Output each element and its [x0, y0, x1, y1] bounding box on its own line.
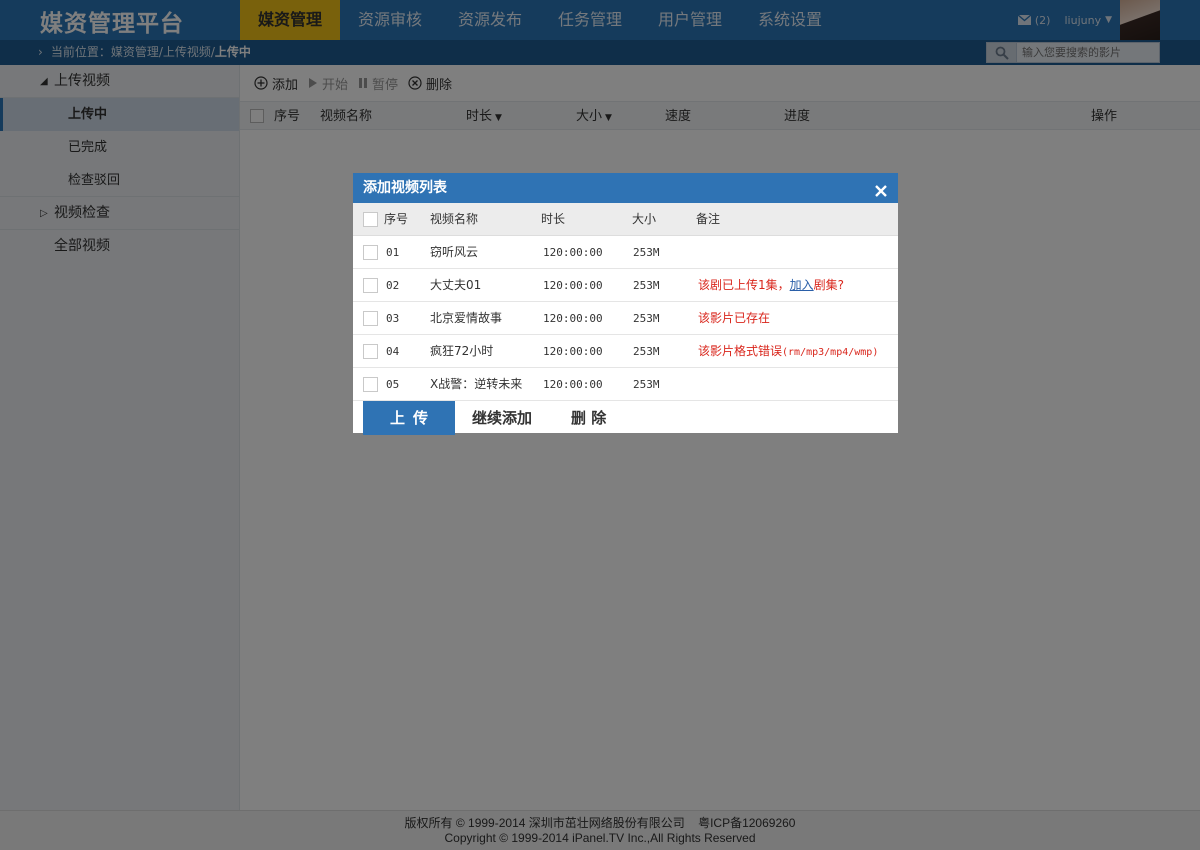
row-duration: 120:00:00: [543, 246, 603, 259]
row-checkbox[interactable]: [363, 377, 378, 392]
row-size: 253M: [633, 312, 660, 325]
row-checkbox[interactable]: [363, 245, 378, 260]
row-index: 01: [386, 246, 400, 259]
select-all-checkbox[interactable]: [363, 212, 378, 227]
continue-add-button[interactable]: 继续添加: [472, 401, 532, 435]
add-video-dialog: 添加视频列表 序号 视频名称 时长 大小 备注 01 窃听风云 120:00:0…: [353, 173, 898, 435]
row-index: 03: [386, 312, 400, 325]
row-name: X战警：逆转未来: [430, 377, 523, 391]
col-index: 序号: [384, 212, 409, 226]
col-note: 备注: [696, 212, 721, 226]
col-name: 视频名称: [430, 212, 479, 226]
table-row[interactable]: 05 X战警：逆转未来 120:00:00 253M: [353, 368, 898, 401]
row-duration: 120:00:00: [543, 345, 603, 358]
row-index: 02: [386, 279, 400, 292]
col-duration: 时长: [541, 212, 566, 226]
table-row[interactable]: 04 疯狂72小时 120:00:00 253M 该影片格式错误(rm/mp3/…: [353, 335, 898, 368]
row-index: 04: [386, 345, 400, 358]
row-checkbox[interactable]: [363, 344, 378, 359]
row-size: 253M: [633, 345, 660, 358]
row-index: 05: [386, 378, 400, 391]
row-duration: 120:00:00: [543, 378, 603, 391]
row-note: 该影片格式错误(rm/mp3/mp4/wmp): [698, 335, 878, 368]
row-note: 该影片已存在: [698, 311, 771, 325]
dialog-title: 添加视频列表: [363, 180, 447, 196]
join-series-link[interactable]: 加入: [790, 278, 814, 292]
row-name: 大丈夫01: [430, 278, 482, 292]
row-checkbox[interactable]: [363, 311, 378, 326]
row-note-formats: (rm/mp3/mp4/wmp): [782, 347, 879, 358]
row-size: 253M: [633, 246, 660, 259]
upload-button[interactable]: 上传: [363, 401, 455, 435]
col-size: 大小: [632, 212, 657, 226]
row-duration: 120:00:00: [543, 279, 603, 292]
table-row[interactable]: 03 北京爱情故事 120:00:00 253M 该影片已存在: [353, 302, 898, 335]
row-checkbox[interactable]: [363, 278, 378, 293]
row-name: 窃听风云: [430, 245, 479, 259]
dialog-header: 添加视频列表: [353, 173, 898, 203]
delete-button[interactable]: 删 除: [571, 401, 606, 435]
row-note-text: 该剧已上传1集，: [698, 278, 790, 292]
row-note: 该剧已上传1集，加入剧集?: [698, 269, 844, 302]
dialog-footer: 上传 继续添加 删 除: [353, 401, 898, 435]
close-icon[interactable]: [873, 180, 889, 197]
row-note-text: 剧集?: [813, 278, 845, 292]
row-note-text: 该影片格式错误: [698, 344, 783, 358]
dialog-table-header: 序号 视频名称 时长 大小 备注: [353, 203, 898, 236]
row-size: 253M: [633, 378, 660, 391]
row-duration: 120:00:00: [543, 312, 603, 325]
row-name: 疯狂72小时: [430, 344, 494, 358]
row-size: 253M: [633, 279, 660, 292]
row-name: 北京爱情故事: [430, 311, 503, 325]
table-row[interactable]: 01 窃听风云 120:00:00 253M: [353, 236, 898, 269]
table-row[interactable]: 02 大丈夫01 120:00:00 253M 该剧已上传1集，加入剧集?: [353, 269, 898, 302]
